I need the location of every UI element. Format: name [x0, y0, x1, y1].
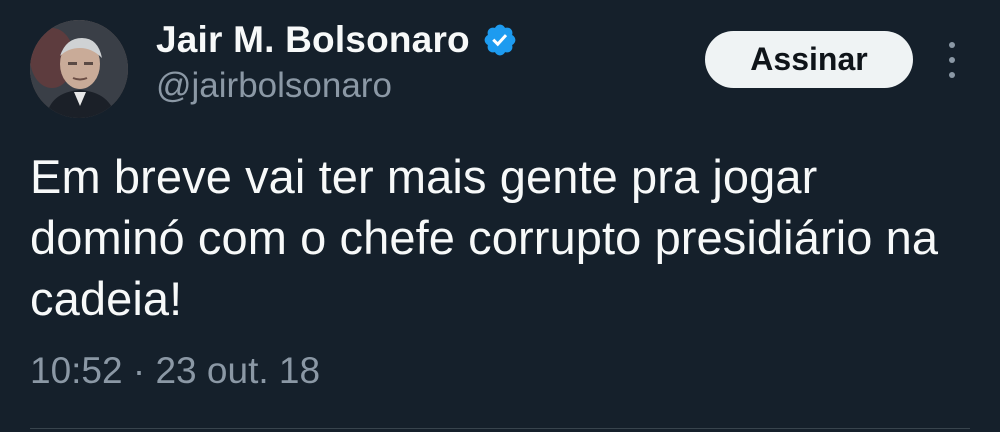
avatar-image: [30, 20, 128, 118]
tweet-meta: 10:52 · 23 out. 18: [30, 350, 320, 392]
more-dot: [949, 72, 955, 78]
verified-badge-icon[interactable]: [482, 22, 518, 58]
more-dot: [949, 42, 955, 48]
tweet-time[interactable]: 10:52: [30, 350, 123, 391]
tweet-card: Jair M. Bolsonaro @jairbolsonaro Assinar…: [0, 0, 1000, 432]
tweet-text: Em breve vai ter mais gente pra jogar do…: [30, 150, 939, 325]
name-row: Jair M. Bolsonaro: [156, 18, 518, 62]
tweet-date[interactable]: 23 out. 18: [155, 350, 320, 391]
author-name[interactable]: Jair M. Bolsonaro: [156, 19, 470, 61]
divider: [30, 428, 970, 429]
meta-separator: ·: [132, 350, 146, 391]
avatar[interactable]: [30, 20, 128, 118]
subscribe-button[interactable]: Assinar: [705, 31, 913, 88]
author-block: Jair M. Bolsonaro @jairbolsonaro: [156, 18, 518, 106]
more-dot: [949, 57, 955, 63]
more-vertical-icon[interactable]: [938, 38, 966, 82]
author-handle[interactable]: @jairbolsonaro: [156, 66, 518, 106]
